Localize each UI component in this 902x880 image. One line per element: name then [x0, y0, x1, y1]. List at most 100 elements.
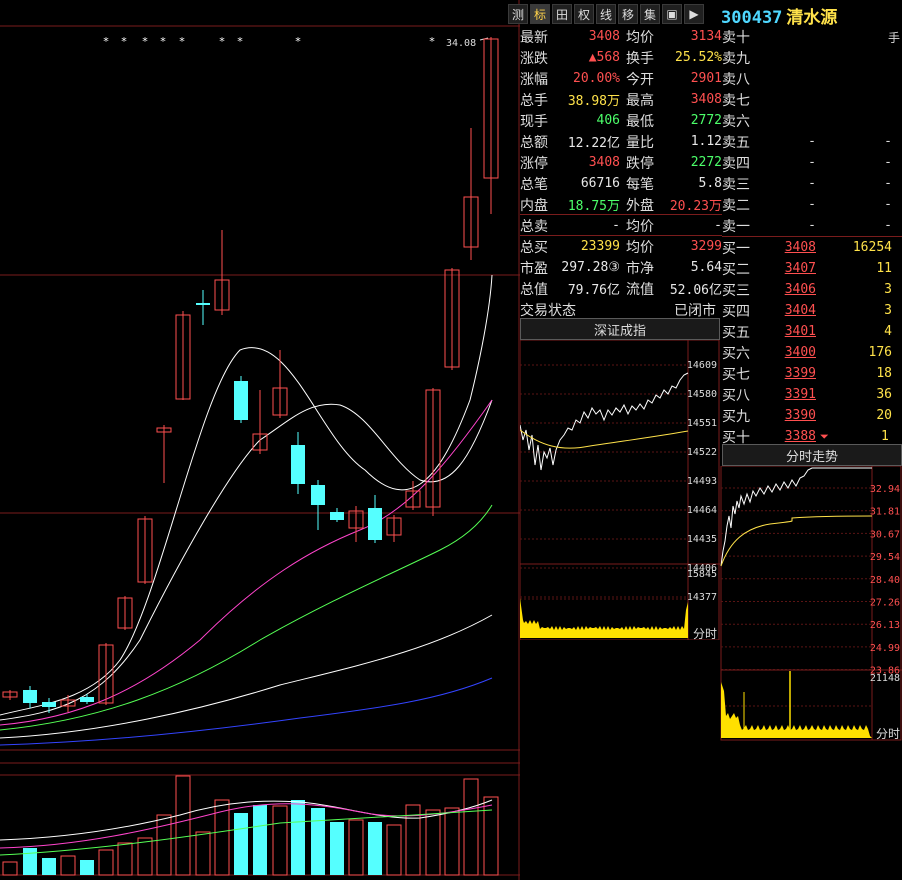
quote-value: 20.23万 — [669, 199, 722, 214]
volume-bar — [425, 809, 441, 876]
index-panel-title[interactable]: 深证成指 — [520, 318, 720, 340]
tab-6[interactable]: 集 — [640, 4, 660, 24]
tab-1[interactable]: 标 — [530, 4, 550, 24]
quote-label: 涨停 — [520, 155, 548, 172]
quote-value: 38.98万 — [567, 94, 620, 109]
sell-level[interactable]: 卖二 - - — [722, 194, 902, 215]
level-volume: 4 — [884, 324, 892, 339]
tab-7[interactable]: ▣ — [662, 4, 682, 24]
tab-3[interactable]: 权 — [574, 4, 594, 24]
intraday-price-line — [720, 467, 872, 567]
quote-value: - — [612, 218, 620, 233]
tab-2[interactable]: 田 — [552, 4, 572, 24]
sell-level[interactable]: 卖四 - - — [722, 152, 902, 173]
volume-bar — [2, 861, 18, 876]
buy-level[interactable]: 买八 3391 36 — [722, 384, 902, 405]
volume-bar — [291, 800, 305, 875]
sell-level[interactable]: 卖六 — [722, 110, 902, 131]
volume-bar — [98, 849, 114, 876]
tab-5[interactable]: 移 — [618, 4, 638, 24]
marker-star: * — [142, 35, 148, 48]
quote-label: 均价 — [626, 218, 654, 235]
index-vol-axis: 15845 — [687, 569, 717, 580]
buy-level[interactable]: 买二 3407 11 — [722, 258, 902, 279]
sell-level[interactable]: 卖七 — [722, 89, 902, 110]
volume-bars — [0, 775, 499, 876]
level-price: 3399 — [784, 366, 816, 381]
stock-name: 清水源 — [786, 8, 838, 28]
sell-level[interactable]: 卖八 — [722, 68, 902, 89]
index-mini-chart[interactable]: 1460914580145511452214493144641443514406… — [520, 340, 720, 640]
level-label: 卖四 — [722, 155, 750, 172]
quote-value: 3134 — [690, 29, 722, 44]
candle-down — [42, 702, 56, 707]
level-volume: 20 — [876, 408, 892, 423]
candlestick-chart[interactable]: * * * * * * * * * 34.08 — [0, 0, 520, 880]
sell-level[interactable]: 卖五 - - — [722, 131, 902, 152]
quote-row: 涨幅 20.00% 今开 2901 — [520, 68, 722, 89]
volume-bar — [42, 858, 56, 875]
tab-0[interactable]: 测 — [508, 4, 528, 24]
trade-state-label: 交易状态 — [520, 302, 576, 319]
intraday-vol-label: 分时 — [876, 727, 900, 741]
quote-value: ▲568 — [588, 50, 620, 65]
intraday-axis-label: 26.13 — [870, 620, 900, 631]
trade-state-value: 已闭市 — [674, 302, 716, 319]
level-label: 卖六 — [722, 113, 750, 130]
buy-level[interactable]: 买五 3401 4 — [722, 321, 902, 342]
buy-level[interactable]: 买六 3400 176 — [722, 342, 902, 363]
level-label: 买九 — [722, 408, 750, 425]
buy-level[interactable]: 买九 3390 20 — [722, 405, 902, 426]
level-label: 买二 — [722, 261, 750, 278]
intraday-panel-title[interactable]: 分时走势 — [722, 444, 902, 466]
quote-value: 297.28③ — [561, 260, 620, 275]
intraday-avg-line — [720, 515, 873, 567]
trade-state-row: 交易状态 已闭市 — [520, 299, 722, 320]
sell-level[interactable]: 卖三 - - — [722, 173, 902, 194]
level-label: 买三 — [722, 282, 750, 299]
level-label: 卖二 — [722, 197, 750, 214]
candle-down — [80, 697, 94, 702]
tab-8[interactable]: ▶ — [684, 4, 704, 24]
quote-row: 总值 79.76亿 流值 52.06亿 — [520, 278, 722, 299]
toolbar-tabs: 测标田权线移集 ▣ ▶ — [508, 3, 706, 25]
candle-down — [234, 381, 248, 420]
candles — [2, 37, 499, 713]
buy-level[interactable]: 买四 3404 3 — [722, 300, 902, 321]
intraday-axis-label: 29.54 — [870, 552, 900, 563]
level-volume: 3 — [884, 282, 892, 297]
volume-bar — [137, 837, 153, 876]
ma-line — [0, 504, 493, 731]
index-axis-label: 14551 — [687, 418, 717, 429]
buy-level[interactable]: 买七 3399 18 — [722, 363, 902, 384]
level-price: 3401 — [784, 324, 816, 339]
buy-level[interactable]: 买三 3406 3 — [722, 279, 902, 300]
quote-value: 52.06亿 — [669, 283, 722, 298]
marker-star: * — [219, 35, 225, 48]
quote-value: - — [714, 218, 722, 233]
intraday-mini-chart[interactable]: 32.94 31.81 30.67 29.54 28.40 27.26 26.13 24.99… — [720, 466, 902, 746]
quote-label: 最高 — [626, 92, 654, 109]
quote-value: 2772 — [690, 113, 722, 128]
sell-level[interactable]: 卖九 — [722, 47, 902, 68]
volume-bar — [348, 819, 364, 876]
limit-arrow-icon: ⏷ — [820, 429, 829, 443]
level-price: 3406 — [784, 282, 816, 297]
candle-down — [196, 303, 210, 305]
level-volume: 36 — [876, 387, 892, 402]
quote-value: 3408 — [588, 29, 620, 44]
tab-4[interactable]: 线 — [596, 4, 616, 24]
intraday-axis-label: 24.99 — [870, 643, 900, 654]
quote-label: 市盈 — [520, 260, 548, 277]
level-label: 卖十 — [722, 29, 750, 46]
buy-level[interactable]: 买一 3408 16254 — [722, 237, 902, 258]
quote-value: 3299 — [690, 239, 722, 254]
quote-label: 现手 — [520, 113, 548, 130]
volume-bar — [195, 831, 211, 876]
intraday-axis-label: 31.81 — [870, 507, 900, 518]
volume-bar — [483, 796, 499, 876]
volume-bar — [23, 848, 37, 875]
sell-level[interactable]: 卖十 — [722, 26, 902, 47]
sell-level[interactable]: 卖一 - - — [722, 215, 902, 236]
level-label: 买七 — [722, 366, 750, 383]
